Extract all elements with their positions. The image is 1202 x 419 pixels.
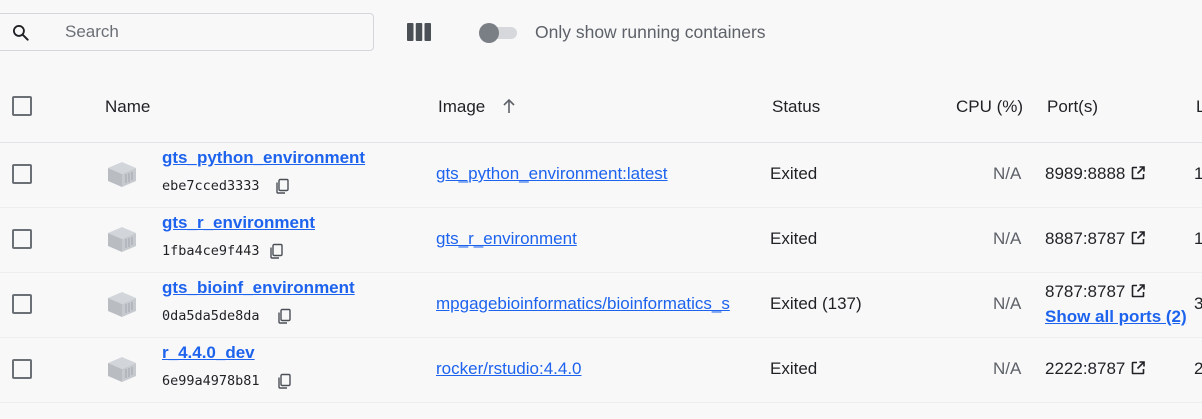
cpu-value: N/A	[993, 359, 1022, 378]
table-row[interactable]: gts_r_environment 1fba4ce9f443 gts_r_env…	[0, 207, 1202, 273]
status-text: Exited	[770, 164, 818, 183]
external-link-icon[interactable]	[1131, 231, 1146, 245]
header-cpu[interactable]: CPU (%)	[956, 97, 1023, 117]
table-row[interactable]: gts_bioinf_environment 0da5da5de8da mpga…	[0, 272, 1202, 338]
port-link[interactable]: 8787:8787	[1045, 282, 1146, 302]
container-id: 0da5da5de8da	[162, 308, 260, 324]
port-link[interactable]: 8887:8787	[1045, 229, 1146, 249]
container-name[interactable]: gts_r_environment	[162, 213, 315, 233]
table-row[interactable]: r_4.4.0_dev 6e99a4978b81 rocker/rstudio:…	[0, 337, 1202, 403]
cpu-value: N/A	[993, 229, 1022, 248]
select-all-checkbox[interactable]	[12, 96, 32, 116]
header-image-wrap[interactable]: Image	[438, 97, 516, 117]
table-header: Name Image Status CPU (%) Port(s) L	[0, 72, 1202, 143]
header-status[interactable]: Status	[772, 97, 820, 117]
toolbar: Only show running containers	[0, 0, 1202, 66]
toggle-knob	[479, 23, 499, 43]
copy-icon[interactable]	[274, 178, 290, 194]
container-name[interactable]: r_4.4.0_dev	[162, 343, 255, 363]
search-icon	[13, 25, 29, 41]
row-checkbox[interactable]	[12, 229, 32, 249]
last-started-value: 2	[1194, 359, 1202, 378]
status-text: Exited	[770, 229, 818, 248]
port-link[interactable]: 8989:8888	[1045, 164, 1146, 184]
image-link[interactable]: gts_python_environment:latest	[436, 164, 668, 184]
search-input[interactable]	[65, 14, 355, 50]
container-name[interactable]: gts_bioinf_environment	[162, 278, 355, 298]
container-id: 6e99a4978b81	[162, 373, 260, 389]
container-name[interactable]: gts_python_environment	[162, 148, 365, 168]
image-link[interactable]: rocker/rstudio:4.4.0	[436, 359, 582, 379]
status-text: Exited	[770, 359, 818, 378]
copy-icon[interactable]	[276, 373, 292, 389]
image-link[interactable]: gts_r_environment	[436, 229, 577, 249]
running-toggle[interactable]	[479, 23, 517, 43]
header-name[interactable]: Name	[105, 97, 150, 117]
show-all-ports-link[interactable]: Show all ports (2)	[1045, 307, 1187, 327]
container-id: 1fba4ce9f443	[162, 243, 260, 259]
cpu-value: N/A	[993, 164, 1022, 183]
cpu-value: N/A	[993, 294, 1022, 313]
table-row[interactable]: gts_python_environment ebe7cced3333 gts_…	[0, 142, 1202, 208]
toggle-label: Only show running containers	[535, 22, 766, 42]
port-text[interactable]: 8989:8888	[1045, 164, 1125, 183]
external-link-icon[interactable]	[1131, 166, 1146, 180]
row-checkbox[interactable]	[12, 164, 32, 184]
last-started-value: 1	[1194, 164, 1202, 183]
copy-icon[interactable]	[268, 243, 284, 259]
last-started-value: 3	[1194, 294, 1202, 313]
port-link[interactable]: 2222:8787	[1045, 359, 1146, 379]
row-checkbox[interactable]	[12, 294, 32, 314]
columns-icon[interactable]	[406, 22, 432, 42]
container-icon	[108, 162, 136, 187]
container-icon	[108, 357, 136, 382]
image-link[interactable]: mpgagebioinformatics/bioinformatics_s	[436, 294, 730, 314]
copy-icon[interactable]	[276, 308, 292, 324]
external-link-icon[interactable]	[1131, 361, 1146, 375]
status-text: Exited (137)	[770, 294, 862, 313]
port-text[interactable]: 2222:8787	[1045, 359, 1125, 378]
port-text[interactable]: 8787:8787	[1045, 282, 1125, 301]
sort-ascending-icon[interactable]	[502, 98, 516, 114]
container-id: ebe7cced3333	[162, 178, 260, 194]
header-last[interactable]: L	[1196, 97, 1202, 117]
external-link-icon[interactable]	[1131, 284, 1146, 298]
header-image[interactable]: Image	[438, 97, 485, 116]
port-text[interactable]: 8887:8787	[1045, 229, 1125, 248]
header-ports[interactable]: Port(s)	[1047, 97, 1098, 117]
container-icon	[108, 227, 136, 252]
last-started-value: 1	[1194, 229, 1202, 248]
container-icon	[108, 292, 136, 317]
row-checkbox[interactable]	[12, 359, 32, 379]
search-box[interactable]	[0, 13, 374, 51]
